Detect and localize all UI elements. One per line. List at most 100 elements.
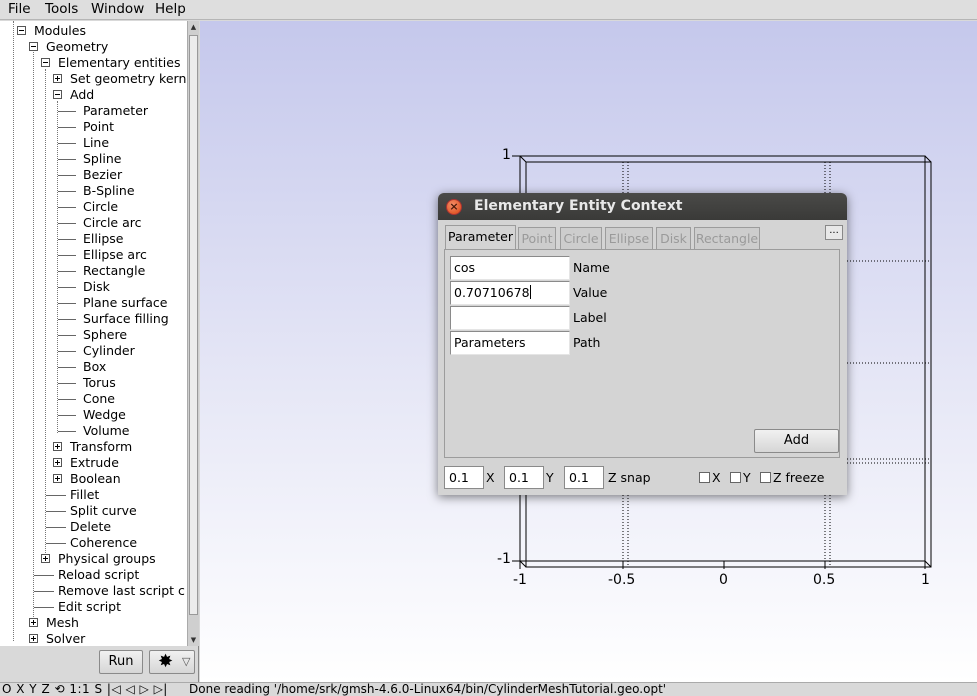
- snap-z-label: Z snap: [608, 470, 651, 485]
- name-label: Name: [573, 260, 610, 275]
- tree-dash: [58, 175, 76, 176]
- tab-point[interactable]: Point: [518, 227, 556, 249]
- tree-line: [13, 21, 14, 641]
- tree-label: Cylinder: [83, 343, 135, 358]
- label-field[interactable]: [450, 306, 570, 330]
- tab-rectangle[interactable]: Rectangle: [694, 227, 760, 249]
- tree-dash: [58, 143, 76, 144]
- tree-label: Coherence: [70, 535, 138, 550]
- snap-row: 0.1 X 0.1 Y 0.1 Z snap X Y Z freeze: [438, 463, 847, 491]
- parameter-panel: cos Name 0.70710678 Value Label Paramete…: [444, 249, 840, 458]
- menu-file[interactable]: File: [8, 1, 31, 18]
- dropdown-arrow-icon: ▽: [182, 655, 191, 668]
- dialog-titlebar[interactable]: × Elementary Entity Context: [438, 193, 847, 220]
- freeze-z-label: Z freeze: [773, 470, 825, 485]
- value-text: 0.70710678: [454, 285, 530, 300]
- value-field[interactable]: 0.70710678: [450, 281, 570, 305]
- menu-tools[interactable]: Tools: [45, 1, 78, 18]
- tree-dash: [58, 415, 76, 416]
- tree-dash: [46, 543, 66, 544]
- tree-label: Ellipse: [83, 231, 124, 246]
- menu-window[interactable]: Window: [91, 1, 144, 18]
- tree-label: Split curve: [70, 503, 137, 518]
- value-label: Value: [573, 285, 608, 300]
- y-tick-top: 1: [502, 147, 511, 163]
- x-tick: -0.5: [608, 572, 636, 588]
- tree-label: Delete: [70, 519, 112, 534]
- scroll-thumb[interactable]: [189, 35, 198, 615]
- more-options-button[interactable]: ...: [825, 225, 843, 240]
- freeze-z-checkbox[interactable]: [760, 472, 771, 483]
- tree-scrollbar[interactable]: ▲ ▼: [187, 21, 199, 646]
- status-message: Done reading '/home/srk/gmsh-4.6.0-Linux…: [189, 682, 667, 696]
- tree-label: Physical groups: [58, 551, 156, 566]
- tree-label: Solver: [46, 631, 86, 646]
- expand-icon[interactable]: [53, 442, 62, 451]
- tree-dash: [34, 575, 54, 576]
- menu-help[interactable]: Help: [155, 1, 186, 18]
- tree-dash: [58, 111, 76, 112]
- elementary-entity-dialog: × Elementary Entity Context Parameter Po…: [438, 193, 847, 495]
- tree-label: Cone: [83, 391, 115, 406]
- tab-ellipse[interactable]: Ellipse: [605, 227, 653, 249]
- tree-label: Boolean: [70, 471, 121, 486]
- tab-parameter[interactable]: Parameter: [445, 225, 516, 249]
- close-icon[interactable]: ×: [446, 199, 462, 215]
- tree-label: Point: [83, 119, 115, 134]
- tree-label: Sphere: [83, 327, 128, 342]
- gear-icon: ✸: [158, 651, 174, 672]
- tree-label: Disk: [83, 279, 110, 294]
- tree-label: Modules: [34, 23, 86, 38]
- tree-line: [33, 45, 34, 617]
- freeze-x-checkbox[interactable]: [699, 472, 710, 483]
- collapse-icon[interactable]: [41, 58, 50, 67]
- x-tick: 1: [921, 572, 930, 588]
- tree-label: Remove last script c: [58, 583, 185, 598]
- tree-dash: [58, 223, 76, 224]
- tree-label: Edit script: [58, 599, 122, 614]
- snap-x-label: X: [486, 470, 495, 485]
- tree-label: Geometry: [46, 39, 109, 54]
- tab-disk[interactable]: Disk: [656, 227, 691, 249]
- expand-icon[interactable]: [53, 74, 62, 83]
- freeze-y-checkbox[interactable]: [730, 472, 741, 483]
- tree-dash: [34, 607, 54, 608]
- expand-icon[interactable]: [53, 458, 62, 467]
- tree-label: B-Spline: [83, 183, 135, 198]
- scroll-down-icon[interactable]: ▼: [188, 634, 199, 646]
- tab-circle[interactable]: Circle: [560, 227, 602, 249]
- tree-dash: [58, 207, 76, 208]
- snap-z-input[interactable]: 0.1: [564, 466, 604, 489]
- collapse-icon[interactable]: [29, 42, 38, 51]
- tree-dash: [58, 287, 76, 288]
- collapse-icon[interactable]: [53, 90, 62, 99]
- expand-icon[interactable]: [41, 554, 50, 563]
- tree-label: Parameter: [83, 103, 149, 118]
- x-tick: -1: [513, 572, 527, 588]
- snap-y-input[interactable]: 0.1: [504, 466, 544, 489]
- tree-label: Wedge: [83, 407, 126, 422]
- tree-dash: [58, 303, 76, 304]
- expand-icon[interactable]: [29, 618, 38, 627]
- tree-dash: [58, 351, 76, 352]
- expand-icon[interactable]: [29, 634, 38, 643]
- x-tick: 0: [719, 572, 728, 588]
- tree-label: Reload script: [58, 567, 140, 582]
- tree-label: Box: [83, 359, 107, 374]
- collapse-icon[interactable]: [17, 26, 26, 35]
- run-button[interactable]: Run: [99, 650, 143, 674]
- tree-label: Line: [83, 135, 110, 150]
- add-button[interactable]: Add: [754, 429, 839, 453]
- settings-button[interactable]: ✸ ▽: [149, 650, 195, 674]
- path-field[interactable]: Parameters: [450, 331, 570, 355]
- tree-dash: [58, 335, 76, 336]
- tree-label: Bezier: [83, 167, 123, 182]
- tree-toolbar: Run ✸ ▽: [0, 646, 199, 682]
- name-field[interactable]: cos: [450, 256, 570, 280]
- tree-dash: [34, 591, 54, 592]
- snap-x-input[interactable]: 0.1: [444, 466, 484, 489]
- tree-dash: [58, 383, 76, 384]
- scroll-up-icon[interactable]: ▲: [188, 21, 199, 33]
- expand-icon[interactable]: [53, 474, 62, 483]
- view-controls[interactable]: O X Y Z ⟲ 1:1 S |◁ ◁ ▷ ▷|: [2, 683, 168, 696]
